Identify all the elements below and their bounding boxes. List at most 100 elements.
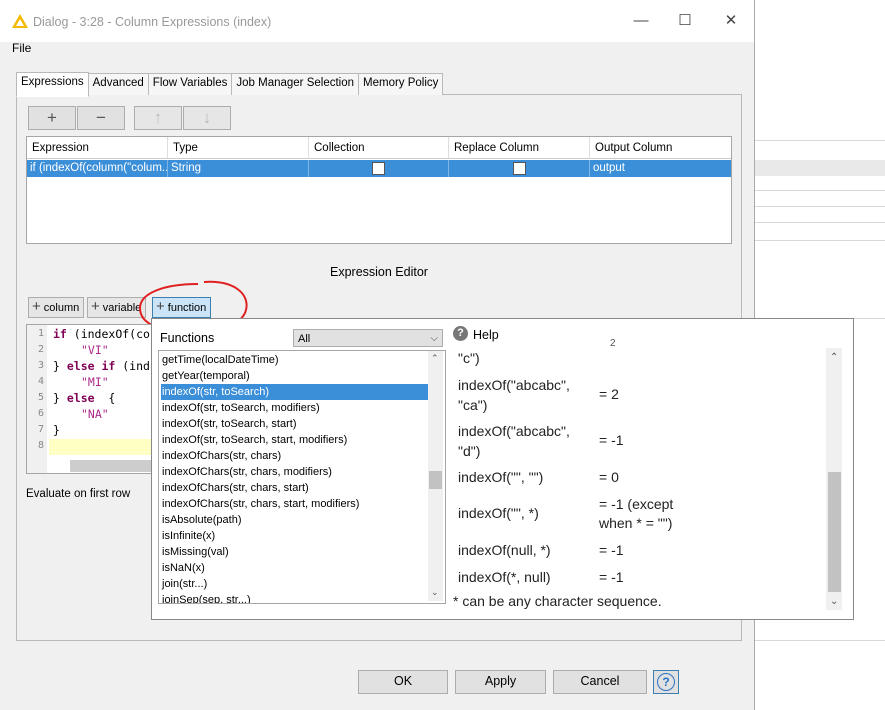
col-header-expression[interactable]: Expression [27, 137, 168, 159]
line-number: 6 [37, 408, 44, 419]
category-dropdown[interactable]: All ⌵ [293, 329, 443, 347]
replace-column-checkbox[interactable] [513, 162, 526, 175]
line-number: 4 [37, 376, 44, 387]
code-editor[interactable]: 1 2 3 4 5 6 7 8 if (indexOf(co "VI" } el… [26, 324, 158, 474]
evaluate-first-row[interactable]: Evaluate on first row [26, 488, 130, 500]
menu-bar: File [0, 39, 754, 58]
function-list-item[interactable]: isAbsolute(path) [161, 512, 428, 528]
expression-editor-title: Expression Editor [330, 265, 428, 279]
code-line-2: "VI" [81, 343, 109, 357]
tab-advanced[interactable]: Advanced [87, 73, 149, 95]
line-number: 1 [37, 328, 44, 339]
help-example-result: = -1 [599, 432, 624, 448]
help-example-result: = 2 [599, 386, 619, 402]
tab-job-manager-selection[interactable]: Job Manager Selection [231, 73, 360, 95]
function-list-item[interactable]: indexOfChars(str, chars) [161, 448, 428, 464]
functions-list[interactable]: getTime(localDateTime) getYear(temporal) i… [158, 350, 446, 604]
help-example-expr: indexOf(*, null) [458, 569, 551, 585]
code-line-3: } else if (ind [53, 359, 150, 373]
function-list-item[interactable]: isInfinite(x) [161, 528, 428, 544]
cancel-button[interactable]: Cancel [553, 670, 647, 694]
help-example-result: = -1 [599, 542, 624, 558]
collection-checkbox[interactable] [372, 162, 385, 175]
code-line-7: } [53, 423, 60, 437]
cell-replace-column [449, 160, 590, 177]
help-icon: ? [453, 326, 468, 341]
help-partial-line: "c") [458, 350, 480, 366]
code-horizontal-scrollbar[interactable] [70, 460, 152, 472]
function-list-item[interactable]: indexOf(str, toSearch, start, modifiers) [161, 432, 428, 448]
function-list-item[interactable]: indexOfChars(str, chars, start, modifier… [161, 496, 428, 512]
help-partial-result: 2 [610, 338, 616, 349]
add-column-label: column [43, 302, 80, 314]
tab-expressions[interactable]: Expressions [16, 72, 89, 97]
line-number: 3 [37, 360, 44, 371]
ok-button[interactable]: OK [358, 670, 448, 694]
title-bar: Dialog - 3:28 - Column Expressions (inde… [0, 0, 754, 42]
move-up-button[interactable]: ↑ [134, 106, 182, 130]
function-list-item[interactable]: isNaN(x) [161, 560, 428, 576]
function-list-item[interactable]: join(str...) [161, 576, 428, 592]
function-list-item[interactable]: getYear(temporal) [161, 368, 428, 384]
expressions-table: Expression Type Collection Replace Colum… [26, 136, 732, 244]
knime-logo-icon [12, 14, 28, 28]
tab-memory-policy[interactable]: Memory Policy [358, 73, 444, 95]
function-list-item[interactable]: isMissing(val) [161, 544, 428, 560]
chevron-down-icon: ⌵ [430, 333, 438, 344]
function-list-item[interactable]: getTime(localDateTime) [161, 352, 428, 368]
help-button[interactable]: ? [653, 670, 679, 694]
scroll-down-icon[interactable]: ⌄ [830, 596, 838, 607]
function-list-item[interactable]: joinSep(sep, str...) [161, 592, 428, 603]
minimize-button[interactable]: — [626, 8, 656, 34]
scroll-up-icon[interactable]: ⌃ [830, 352, 838, 363]
tab-flow-variables[interactable]: Flow Variables [147, 73, 233, 95]
function-list-item[interactable]: indexOf(str, toSearch, start) [161, 416, 428, 432]
add-column-button[interactable]: + column [28, 297, 85, 318]
scroll-thumb[interactable] [429, 471, 442, 489]
add-expression-button[interactable]: + [28, 106, 76, 130]
menu-file[interactable]: File [12, 41, 31, 55]
current-line-highlight [49, 439, 157, 455]
functions-label: Functions [160, 331, 215, 345]
cell-collection [309, 160, 449, 177]
cell-type[interactable]: String [168, 160, 309, 177]
scroll-thumb[interactable] [828, 472, 841, 592]
scroll-up-icon[interactable]: ⌃ [431, 353, 439, 364]
function-list-item[interactable]: indexOf(str, toSearch, modifiers) [161, 400, 428, 416]
help-example-expr: indexOf("abcabc", [458, 423, 570, 439]
functions-scrollbar[interactable]: ⌃ ⌄ [428, 351, 443, 601]
function-list-item[interactable]: indexOfChars(str, chars, start) [161, 480, 428, 496]
maximize-button[interactable]: ☐ [670, 8, 700, 34]
close-button[interactable]: ✕ [716, 8, 746, 34]
cell-output-column[interactable]: output [590, 160, 731, 177]
col-header-type[interactable]: Type [168, 137, 309, 159]
code-line-6: "NA" [81, 407, 109, 421]
help-example-expr: indexOf("", *) [458, 505, 539, 521]
tab-bar: Expressions Advanced Flow Variables Job … [16, 72, 444, 97]
function-list-item[interactable]: indexOf(str, toSearch) [161, 384, 428, 400]
window-title: Dialog - 3:28 - Column Expressions (inde… [33, 15, 272, 29]
scroll-down-icon[interactable]: ⌄ [431, 587, 439, 598]
line-number: 8 [37, 440, 44, 451]
help-example-result: when * = "") [599, 515, 673, 531]
line-number: 2 [37, 344, 44, 355]
col-header-collection[interactable]: Collection [309, 137, 449, 159]
help-example-result: = 0 [599, 469, 619, 485]
col-header-replace-column[interactable]: Replace Column [449, 137, 590, 159]
help-example-expr: "ca") [458, 397, 488, 413]
help-example-expr: indexOf(null, *) [458, 542, 551, 558]
code-line-4: "MI" [81, 375, 109, 389]
table-row[interactable]: if (indexOf(column("colum... String outp… [27, 160, 731, 177]
cell-expression[interactable]: if (indexOf(column("colum... [27, 160, 168, 177]
code-line-5: } else { [53, 391, 116, 405]
help-example-result: = -1 (except [599, 496, 674, 512]
remove-expression-button[interactable]: − [77, 106, 125, 130]
help-example-expr: indexOf("abcabc", [458, 377, 570, 393]
function-list-item[interactable]: indexOfChars(str, chars, modifiers) [161, 464, 428, 480]
apply-button[interactable]: Apply [455, 670, 546, 694]
help-scrollbar[interactable]: ⌃ ⌄ [826, 348, 842, 610]
move-down-button[interactable]: ↓ [183, 106, 231, 130]
help-label: Help [473, 328, 499, 342]
plus-icon: + [32, 298, 41, 315]
col-header-output-column[interactable]: Output Column [590, 137, 731, 159]
